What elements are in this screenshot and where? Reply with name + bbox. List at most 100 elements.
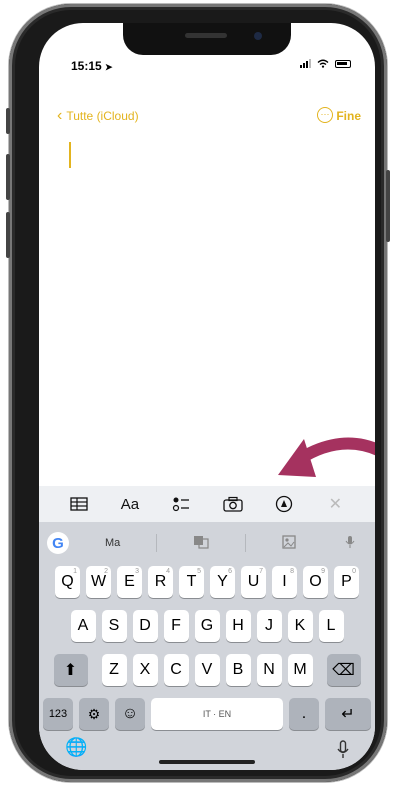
camera-icon (222, 496, 243, 512)
key-row-2: ASDFGHJKL (39, 610, 375, 642)
key-hint: 4 (166, 568, 170, 575)
more-options-button[interactable]: ··· (317, 107, 333, 123)
key-row-1: 1Q2W3E4R5T6Y7U8I9O0P (39, 566, 375, 598)
key-l[interactable]: L (318, 610, 344, 642)
return-key[interactable]: ↵ (325, 698, 371, 730)
battery-icon (335, 59, 351, 68)
notes-nav-bar: ‹ Tutte (iCloud) ··· Fine (39, 107, 375, 129)
key-w[interactable]: 2W (86, 566, 111, 598)
key-p[interactable]: 0P (334, 566, 359, 598)
key-hint: 9 (321, 568, 325, 575)
key-s[interactable]: S (101, 610, 127, 642)
key-z[interactable]: Z (101, 654, 127, 686)
phone-frame: 15:15 ➤ ‹ Tutte (iCloud) ··· Fine Aa ✕ G… (6, 4, 390, 782)
key-t[interactable]: 5T (179, 566, 204, 598)
key-a[interactable]: A (70, 610, 96, 642)
text-cursor[interactable] (69, 142, 71, 168)
format-toolbar: Aa ✕ (39, 486, 375, 522)
delete-key[interactable]: ⌫ (326, 654, 361, 686)
key-hint: 7 (259, 568, 263, 575)
key-e[interactable]: 3E (117, 566, 142, 598)
key-label: O (309, 573, 322, 590)
key-label: U (247, 573, 260, 590)
space-key[interactable]: IT · EN (151, 698, 283, 730)
globe-icon[interactable]: 🌐 (65, 737, 87, 758)
numbers-key[interactable]: 123 (43, 698, 73, 730)
key-c[interactable]: C (163, 654, 189, 686)
key-n[interactable]: N (256, 654, 282, 686)
status-time: 15:15 ➤ (71, 59, 113, 73)
key-hint: 2 (104, 568, 108, 575)
translate-icon[interactable] (157, 535, 244, 552)
key-label: Y (217, 573, 228, 590)
key-m[interactable]: M (287, 654, 313, 686)
key-g[interactable]: G (194, 610, 220, 642)
key-d[interactable]: D (132, 610, 158, 642)
volume-up-button (6, 154, 10, 200)
key-row-4: 123 ⚙ ☺ IT · EN . ↵ (39, 698, 375, 730)
key-label: I (282, 573, 287, 590)
close-toolbar-button[interactable]: ✕ (320, 492, 350, 516)
key-label: Q (61, 573, 74, 590)
suggestion-bar: G Ma (47, 530, 367, 556)
keyboard: G Ma 1Q2W3E4R5T6Y7U8I9O0P ASDFGHJKL ⬆ ZX… (39, 522, 375, 770)
key-label: T (186, 573, 197, 590)
key-h[interactable]: H (225, 610, 251, 642)
location-arrow-icon: ➤ (105, 62, 113, 72)
status-icons (300, 59, 351, 68)
period-key[interactable]: . (289, 698, 319, 730)
key-label: P (341, 573, 352, 590)
key-o[interactable]: 9O (303, 566, 328, 598)
key-x[interactable]: X (132, 654, 158, 686)
voice-search-icon[interactable] (333, 535, 367, 552)
signal-icon (300, 59, 311, 68)
volume-down-button (6, 212, 10, 258)
key-b[interactable]: B (225, 654, 251, 686)
key-label: E (124, 573, 135, 590)
mute-switch (6, 108, 10, 134)
checklist-icon (173, 497, 190, 512)
key-hint: 8 (290, 568, 294, 575)
speaker-grille (185, 33, 227, 38)
key-row-3: ⬆ ZXCVBNM ⌫ (39, 654, 375, 686)
key-q[interactable]: 1Q (55, 566, 80, 598)
wifi-icon (317, 59, 329, 68)
chevron-left-icon: ‹ (57, 107, 63, 124)
front-camera (254, 32, 262, 40)
back-button[interactable]: ‹ Tutte (iCloud) (57, 107, 139, 124)
back-label: Tutte (iCloud) (66, 109, 139, 123)
microphone-icon[interactable] (337, 740, 349, 760)
key-u[interactable]: 7U (241, 566, 266, 598)
checklist-button[interactable] (166, 492, 196, 516)
shift-key[interactable]: ⬆ (53, 654, 88, 686)
settings-key[interactable]: ⚙ (79, 698, 109, 730)
markup-icon (275, 495, 293, 513)
notch (123, 23, 291, 55)
key-label: R (154, 573, 167, 590)
camera-button[interactable] (218, 492, 248, 516)
image-search-icon[interactable] (246, 534, 333, 552)
key-hint: 1 (73, 568, 77, 575)
key-r[interactable]: 4R (148, 566, 173, 598)
markup-button[interactable] (269, 492, 299, 516)
format-text-button[interactable]: Aa (115, 492, 145, 516)
key-hint: 0 (352, 568, 356, 575)
done-button[interactable]: Fine (336, 109, 361, 123)
key-v[interactable]: V (194, 654, 220, 686)
screen: 15:15 ➤ ‹ Tutte (iCloud) ··· Fine Aa ✕ G… (39, 23, 375, 770)
key-hint: 5 (197, 568, 201, 575)
key-label: W (90, 573, 107, 590)
key-f[interactable]: F (163, 610, 189, 642)
key-k[interactable]: K (287, 610, 313, 642)
google-icon[interactable]: G (47, 532, 69, 554)
table-button[interactable] (64, 492, 94, 516)
home-indicator (159, 760, 255, 764)
power-button (386, 170, 390, 242)
table-icon (70, 497, 88, 511)
emoji-key[interactable]: ☺ (115, 698, 145, 730)
suggestion-word[interactable]: Ma (69, 537, 156, 549)
key-j[interactable]: J (256, 610, 282, 642)
key-i[interactable]: 8I (272, 566, 297, 598)
key-hint: 6 (228, 568, 232, 575)
key-y[interactable]: 6Y (210, 566, 235, 598)
